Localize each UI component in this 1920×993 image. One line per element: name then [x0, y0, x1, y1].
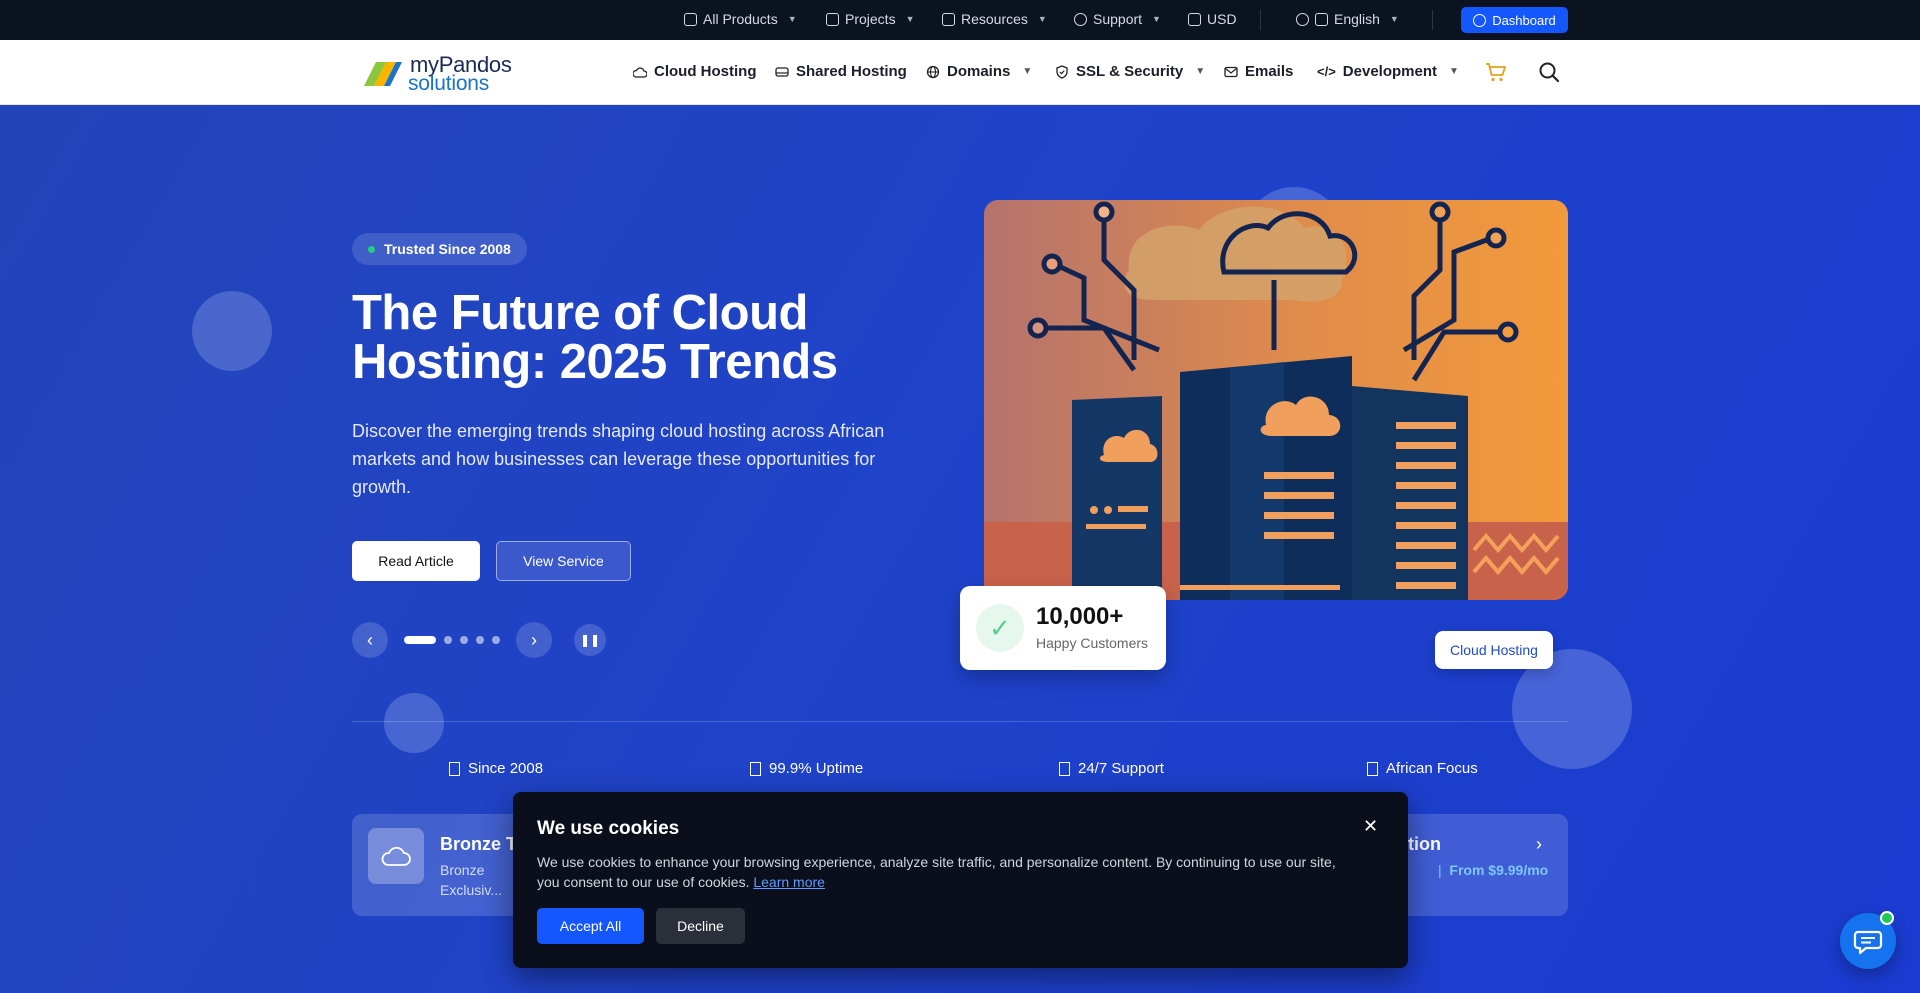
check-icon: ✓	[976, 604, 1024, 652]
cookie-consent-dialog: We use cookies ✕ We use cookies to enhan…	[513, 792, 1408, 968]
carousel-prev-button[interactable]: ‹	[352, 622, 388, 658]
nav-development[interactable]: </> Development ▼	[1317, 63, 1459, 80]
search-icon[interactable]	[1537, 60, 1561, 84]
feature-since: Since 2008	[449, 760, 543, 777]
carousel-dot[interactable]	[492, 636, 500, 644]
nav-shared-hosting[interactable]: Shared Hosting	[775, 63, 907, 80]
flag-icon	[1315, 12, 1328, 26]
language-selector[interactable]: English ▼	[1296, 11, 1399, 27]
feature-icon	[750, 761, 761, 776]
support-menu[interactable]: Support ▼	[1074, 11, 1161, 27]
chevron-down-icon: ▼	[787, 14, 797, 24]
learn-more-link[interactable]: Learn more	[753, 874, 825, 890]
service-price: | From $9.99/mo	[1438, 862, 1549, 878]
logo[interactable]: myPandos solutions	[360, 50, 512, 96]
chat-widget-button[interactable]	[1840, 911, 1896, 969]
feature-uptime: 99.9% Uptime	[750, 760, 863, 777]
feature-support: 24/7 Support	[1059, 760, 1164, 777]
carousel-next-button[interactable]: ›	[516, 622, 552, 658]
carousel-dot[interactable]	[476, 636, 484, 644]
image-tag[interactable]: Cloud Hosting	[1435, 631, 1553, 669]
projects-menu[interactable]: Projects ▼	[826, 11, 915, 27]
book-icon	[942, 12, 955, 26]
carousel-dot[interactable]	[460, 636, 468, 644]
divider	[1432, 10, 1433, 30]
logo-mark-icon	[364, 62, 402, 86]
read-article-button[interactable]: Read Article	[352, 541, 480, 581]
chevron-down-icon: ▼	[1152, 14, 1161, 24]
all-products-menu[interactable]: All Products ▼	[684, 11, 797, 27]
chevron-down-icon: ▼	[905, 14, 915, 24]
stat-card: ✓ 10,000+ Happy Customers	[960, 586, 1166, 670]
currency-selector[interactable]: USD	[1188, 11, 1237, 27]
cookie-text: We use cookies to enhance your browsing …	[537, 854, 1336, 890]
view-service-button[interactable]: View Service	[496, 541, 631, 581]
nav-cloud-hosting[interactable]: Cloud Hosting	[633, 63, 756, 80]
pause-icon: ❚❚	[579, 633, 601, 647]
stat-label: Happy Customers	[1036, 635, 1149, 651]
cookie-title: We use cookies	[537, 818, 680, 839]
accept-all-button[interactable]: Accept All	[537, 908, 644, 944]
chevron-down-icon: ▼	[1449, 66, 1459, 77]
decorative-bubble	[384, 693, 444, 753]
online-indicator	[1880, 911, 1894, 925]
carousel-dot[interactable]	[444, 636, 452, 644]
resources-menu[interactable]: Resources ▼	[942, 11, 1047, 27]
dashboard-button[interactable]: Dashboard	[1461, 7, 1568, 33]
chevron-down-icon: ▼	[1389, 14, 1399, 24]
main-navigation: myPandos solutions Cloud Hosting Shared …	[0, 40, 1920, 105]
hero-title: The Future of Cloud Hosting: 2025 Trends	[352, 286, 838, 389]
nav-domains[interactable]: Domains ▼	[926, 63, 1032, 80]
decorative-bubble	[192, 291, 272, 371]
status-dot	[368, 246, 375, 253]
server-icon	[775, 66, 789, 77]
chevron-right-icon: ›	[1536, 834, 1542, 854]
globe-icon	[1296, 12, 1309, 26]
cloud-server-illustration	[984, 200, 1568, 600]
section-divider	[352, 721, 1568, 722]
shield-icon	[1056, 64, 1068, 79]
grid-icon	[684, 12, 697, 26]
feature-icon	[1059, 761, 1070, 776]
carousel-dot[interactable]	[404, 636, 436, 644]
nav-emails[interactable]: Emails	[1224, 63, 1293, 80]
flag-icon	[1188, 12, 1201, 26]
mail-icon	[1224, 66, 1238, 77]
nav-ssl-security[interactable]: SSL & Security ▼	[1055, 63, 1205, 80]
carousel-pause-button[interactable]: ❚❚	[574, 624, 606, 656]
user-icon	[1473, 13, 1487, 27]
feature-african-focus: African Focus	[1367, 760, 1478, 777]
cloud-icon	[368, 828, 424, 884]
service-card-bronze[interactable]: Bronze T Bronze Exclusiv...	[352, 814, 532, 916]
decline-button[interactable]: Decline	[656, 908, 745, 944]
feature-icon	[449, 761, 460, 776]
trusted-badge: Trusted Since 2008	[352, 233, 527, 265]
feature-icon	[1367, 761, 1378, 776]
close-icon[interactable]: ✕	[1363, 816, 1378, 837]
chevron-down-icon: ▼	[1037, 14, 1047, 24]
folder-icon	[826, 12, 839, 26]
help-icon	[1074, 12, 1087, 26]
divider	[1260, 10, 1261, 30]
code-icon: </>	[1317, 64, 1336, 79]
chevron-right-icon: ›	[531, 629, 537, 650]
stat-number: 10,000+	[1036, 603, 1124, 630]
hero-description: Discover the emerging trends shaping clo…	[352, 421, 885, 497]
cart-icon[interactable]	[1484, 60, 1508, 84]
chevron-down-icon: ▼	[1195, 66, 1206, 77]
top-utility-bar: All Products ▼ Projects ▼ Resources ▼ Suppo…	[0, 0, 1920, 40]
chevron-left-icon: ‹	[367, 629, 373, 650]
globe-icon	[926, 65, 940, 78]
carousel-indicators	[404, 636, 500, 644]
cloud-icon	[633, 66, 647, 78]
chevron-down-icon: ▼	[1022, 66, 1033, 77]
